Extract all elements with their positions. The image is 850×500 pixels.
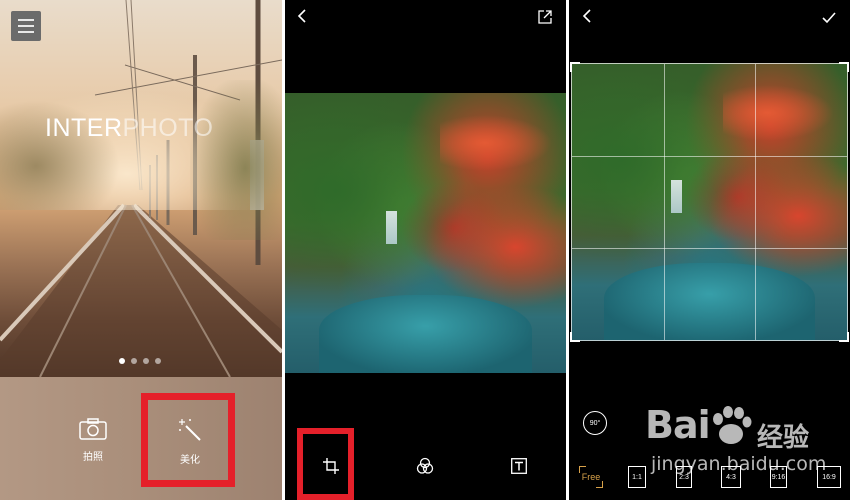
camera-button[interactable]: 拍照 [73, 418, 113, 463]
app-logo: INTERPHOTO [45, 114, 213, 143]
railway-background-photo [0, 0, 282, 377]
carousel-indicator[interactable] [119, 358, 161, 364]
watermark-url: jingyan.baidu.com [651, 453, 827, 475]
crop-handle-bottom-right[interactable] [839, 332, 849, 342]
paw-icon [713, 406, 752, 444]
camera-label: 拍照 [83, 452, 103, 463]
hamburger-icon [18, 19, 34, 21]
ratio-1-1[interactable]: 1:1 [628, 466, 646, 488]
logo-text-light: PHOTO [122, 114, 214, 142]
text-icon [511, 458, 527, 474]
crop-handle-top-right[interactable] [839, 62, 849, 72]
crop-handle-bottom-left[interactable] [570, 332, 580, 342]
chevron-left-icon [297, 9, 306, 23]
rotate-button[interactable]: 90° [583, 411, 607, 435]
baidu-jingyan-watermark: Bai 经验 jingyan.baidu.com [645, 403, 845, 493]
edited-photo[interactable] [285, 93, 566, 373]
grid-line [572, 155, 847, 157]
rotate-label: 90° [589, 419, 601, 427]
hamburger-icon [18, 31, 34, 33]
share-icon [538, 10, 552, 24]
carousel-dot[interactable] [155, 358, 161, 364]
highlight-frame [297, 428, 354, 500]
ratio-free[interactable]: Free [579, 466, 603, 488]
crop-grid[interactable] [570, 62, 849, 342]
back-button[interactable] [297, 9, 307, 26]
filter-tool-button[interactable] [416, 457, 434, 480]
editor-screen [285, 0, 566, 500]
filter-icon [416, 457, 434, 474]
camera-icon [79, 418, 107, 440]
pond [318, 294, 533, 373]
screenshot-collage: INTERPHOTO 拍照 美化 90° Free 1:1 2:3 4:3 9:… [0, 0, 850, 500]
text-tool-button[interactable] [511, 458, 527, 479]
hamburger-icon [18, 25, 34, 27]
grid-line [755, 64, 757, 340]
crop-handle-top-left[interactable] [570, 62, 580, 72]
back-button[interactable] [582, 9, 592, 26]
tree-line [190, 80, 282, 240]
menu-button[interactable] [11, 11, 41, 41]
watermark-logo: Bai [645, 403, 711, 447]
share-button[interactable] [538, 10, 552, 27]
waterfall [386, 210, 398, 245]
checkmark-icon [822, 12, 836, 24]
logo-text-bold: INTER [45, 114, 123, 142]
carousel-dot[interactable] [119, 358, 125, 364]
launch-screen: INTERPHOTO 拍照 美化 [0, 0, 282, 500]
carousel-dot[interactable] [131, 358, 137, 364]
carousel-dot[interactable] [143, 358, 149, 364]
red-foliage [439, 115, 552, 172]
grid-line [572, 247, 847, 249]
watermark-suffix: 经验 [757, 423, 810, 453]
chevron-left-icon [582, 9, 591, 23]
highlight-frame [141, 393, 235, 487]
grid-line [663, 64, 665, 340]
confirm-button[interactable] [822, 10, 836, 27]
